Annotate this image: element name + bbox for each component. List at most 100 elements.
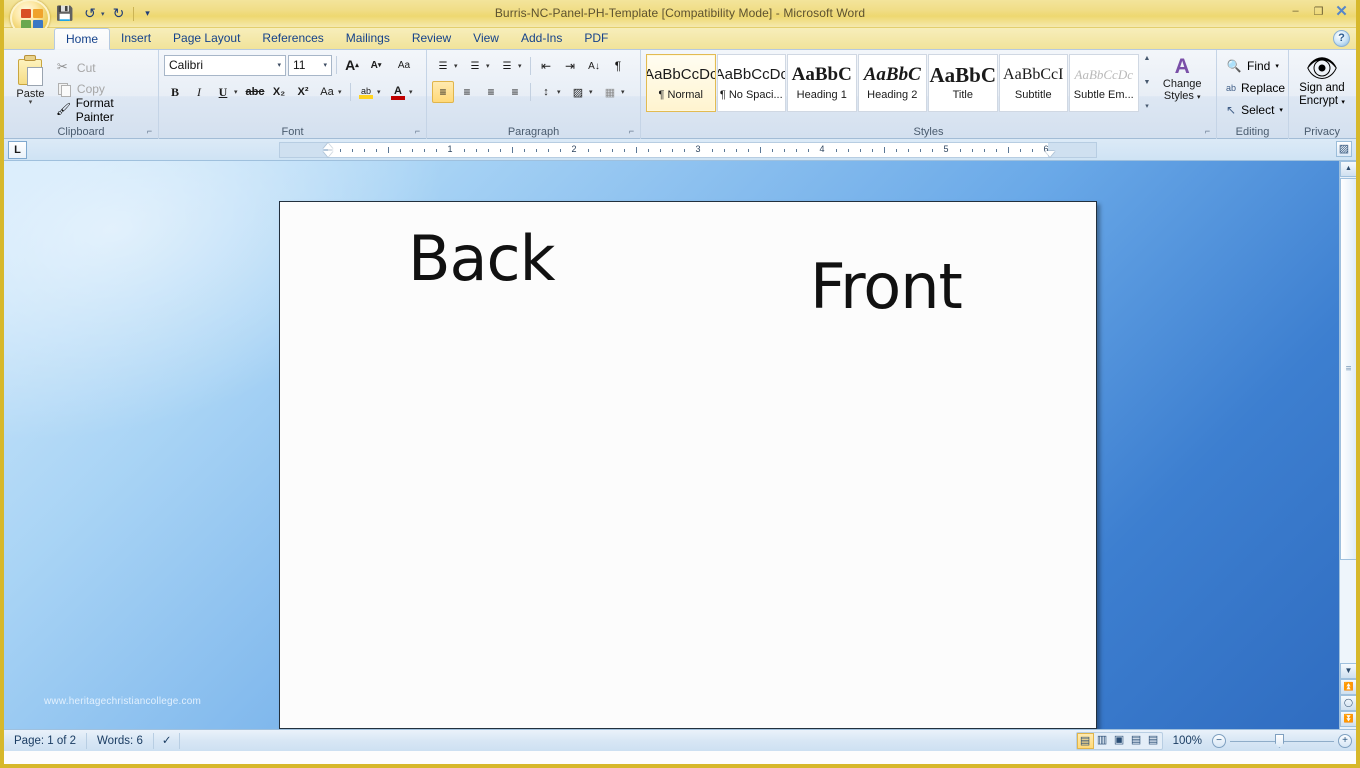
next-page-button[interactable]: ⏬ (1340, 711, 1356, 727)
bullets-button[interactable]: ☰ (432, 55, 454, 77)
minimize-button[interactable]: – (1285, 2, 1306, 20)
underline-dropdown-icon[interactable]: ▾ (234, 88, 242, 96)
right-indent-marker[interactable] (1045, 151, 1055, 157)
style-no-spacing[interactable]: AaBbCcDc ¶ No Spaci... (716, 54, 786, 112)
paragraph-dialog-launcher-icon[interactable]: ⌐ (626, 126, 637, 137)
borders-dropdown-icon[interactable]: ▾ (621, 88, 629, 96)
zoom-slider-handle[interactable] (1275, 734, 1284, 748)
font-size-input[interactable]: 11 ▾ (288, 54, 332, 76)
styles-more-icon[interactable]: ▾ (1145, 103, 1149, 111)
change-case-button[interactable]: Aa (316, 81, 338, 103)
shading-button[interactable]: ▨ (567, 81, 589, 103)
vertical-scrollbar[interactable]: ▲ ▼ ⏫ ◯ ⏬ (1339, 161, 1356, 729)
strikethrough-button[interactable]: abc (244, 81, 266, 103)
view-ruler-toggle-icon[interactable]: ▨ (1336, 141, 1352, 157)
restore-button[interactable]: ❐ (1308, 2, 1329, 20)
help-icon[interactable]: ? (1333, 30, 1350, 47)
tab-add-ins[interactable]: Add-Ins (510, 28, 573, 49)
font-name-dropdown-icon[interactable]: ▾ (275, 61, 283, 69)
select-browse-object-button[interactable]: ◯ (1340, 695, 1356, 711)
multilevel-dropdown-icon[interactable]: ▾ (518, 62, 526, 70)
proofing-status-icon[interactable]: ✓ (154, 732, 181, 749)
style-heading-2[interactable]: AaBbC Heading 2 (857, 54, 927, 112)
styles-scroll-down-icon[interactable]: ▼ (1143, 79, 1150, 87)
replace-button[interactable]: ab Replace (1222, 77, 1285, 99)
previous-page-button[interactable]: ⏫ (1340, 679, 1356, 695)
line-spacing-dropdown-icon[interactable]: ▾ (557, 88, 565, 96)
page-indicator[interactable]: Page: 1 of 2 (4, 732, 88, 749)
scroll-thumb[interactable] (1340, 178, 1356, 560)
shading-dropdown-icon[interactable]: ▾ (589, 88, 597, 96)
sign-encrypt-dropdown-icon[interactable]: ▾ (1341, 99, 1345, 106)
find-button[interactable]: 🔍 Find ▾ (1222, 55, 1283, 77)
full-screen-reading-view-button[interactable]: ▥ (1094, 733, 1111, 749)
bullets-dropdown-icon[interactable]: ▾ (454, 62, 462, 70)
sign-encrypt-icon[interactable]: 👁 (1305, 54, 1338, 82)
zoom-in-button[interactable]: + (1338, 734, 1352, 748)
format-painter-button[interactable]: Format Painter (52, 96, 153, 124)
select-dropdown-icon[interactable]: ▾ (1279, 106, 1283, 114)
clipboard-dialog-launcher-icon[interactable]: ⌐ (144, 126, 155, 137)
change-styles-button[interactable]: A Change Styles ▾ (1153, 54, 1211, 112)
web-layout-view-button[interactable]: ▣ (1111, 733, 1128, 749)
scroll-up-button[interactable]: ▲ (1340, 161, 1356, 177)
document-text-back[interactable]: Back (408, 228, 556, 290)
align-left-button[interactable]: ≡ (432, 81, 454, 103)
style-normal[interactable]: AaBbCcDc ¶ Normal (646, 54, 716, 112)
font-dialog-launcher-icon[interactable]: ⌐ (412, 126, 423, 137)
first-line-indent-marker[interactable] (323, 143, 333, 149)
close-button[interactable]: ✕ (1331, 2, 1352, 20)
grow-font-button[interactable]: A ▴ (341, 54, 363, 76)
style-subtle-emphasis[interactable]: AaBbCcDc Subtle Em... (1069, 54, 1139, 112)
style-subtitle[interactable]: AaBbCcI Subtitle (998, 54, 1068, 112)
tab-references[interactable]: References (251, 28, 334, 49)
style-heading-1[interactable]: AaBbC Heading 1 (787, 54, 857, 112)
clear-formatting-button[interactable]: Aa (389, 54, 419, 76)
draft-view-button[interactable]: ▤ (1145, 733, 1162, 749)
hanging-indent-marker[interactable] (323, 151, 333, 157)
tab-mailings[interactable]: Mailings (335, 28, 401, 49)
horizontal-ruler[interactable]: 1 2 3 4 5 6 (279, 142, 1097, 158)
line-spacing-button[interactable]: ↕ (535, 81, 557, 103)
cut-button[interactable]: Cut (52, 57, 153, 78)
borders-button[interactable]: ▦ (599, 81, 621, 103)
tab-view[interactable]: View (462, 28, 510, 49)
print-layout-view-button[interactable]: ▤ (1076, 733, 1094, 749)
underline-button[interactable]: U (212, 81, 234, 103)
paste-button[interactable]: Paste ▾ (9, 53, 52, 106)
justify-button[interactable]: ≡ (504, 81, 526, 103)
tab-page-layout[interactable]: Page Layout (162, 28, 251, 49)
tab-pdf[interactable]: PDF (573, 28, 619, 49)
numbering-dropdown-icon[interactable]: ▾ (486, 62, 494, 70)
font-color-dropdown-icon[interactable]: ▾ (409, 88, 417, 96)
outline-view-button[interactable]: ▤ (1128, 733, 1145, 749)
shrink-font-button[interactable]: A ▾ (365, 54, 387, 76)
style-title[interactable]: AaBbC Title (928, 54, 998, 112)
find-dropdown-icon[interactable]: ▾ (1275, 62, 1279, 70)
tab-insert[interactable]: Insert (110, 28, 162, 49)
bold-button[interactable]: B (164, 81, 186, 103)
change-styles-dropdown-icon[interactable]: ▾ (1197, 94, 1201, 101)
text-highlight-button[interactable]: ab (355, 81, 377, 103)
increase-indent-button[interactable]: ⇥ (559, 55, 581, 77)
tab-stop-selector[interactable]: L (8, 141, 27, 159)
show-formatting-marks-button[interactable]: ¶ (607, 55, 629, 77)
change-case-dropdown-icon[interactable]: ▾ (338, 88, 346, 96)
sort-button[interactable]: A↓ (583, 55, 605, 77)
document-text-front[interactable]: Front (810, 256, 963, 318)
highlight-dropdown-icon[interactable]: ▾ (377, 88, 385, 96)
scroll-track[interactable] (1340, 178, 1356, 663)
font-color-button[interactable]: A (387, 81, 409, 103)
superscript-button[interactable]: X² (292, 81, 314, 103)
font-name-input[interactable]: Calibri ▾ (164, 54, 286, 76)
multilevel-list-button[interactable]: ☰ (496, 55, 518, 77)
zoom-slider[interactable] (1230, 734, 1334, 748)
font-size-dropdown-icon[interactable]: ▾ (321, 61, 329, 69)
numbering-button[interactable]: ☰ (464, 55, 486, 77)
document-page-1[interactable]: Back Front (279, 201, 1097, 729)
zoom-out-button[interactable]: − (1212, 734, 1226, 748)
paste-dropdown-icon[interactable]: ▾ (29, 99, 33, 106)
tab-home[interactable]: Home (54, 28, 111, 50)
styles-scroll-up-icon[interactable]: ▲ (1143, 55, 1150, 63)
align-right-button[interactable]: ≡ (480, 81, 502, 103)
